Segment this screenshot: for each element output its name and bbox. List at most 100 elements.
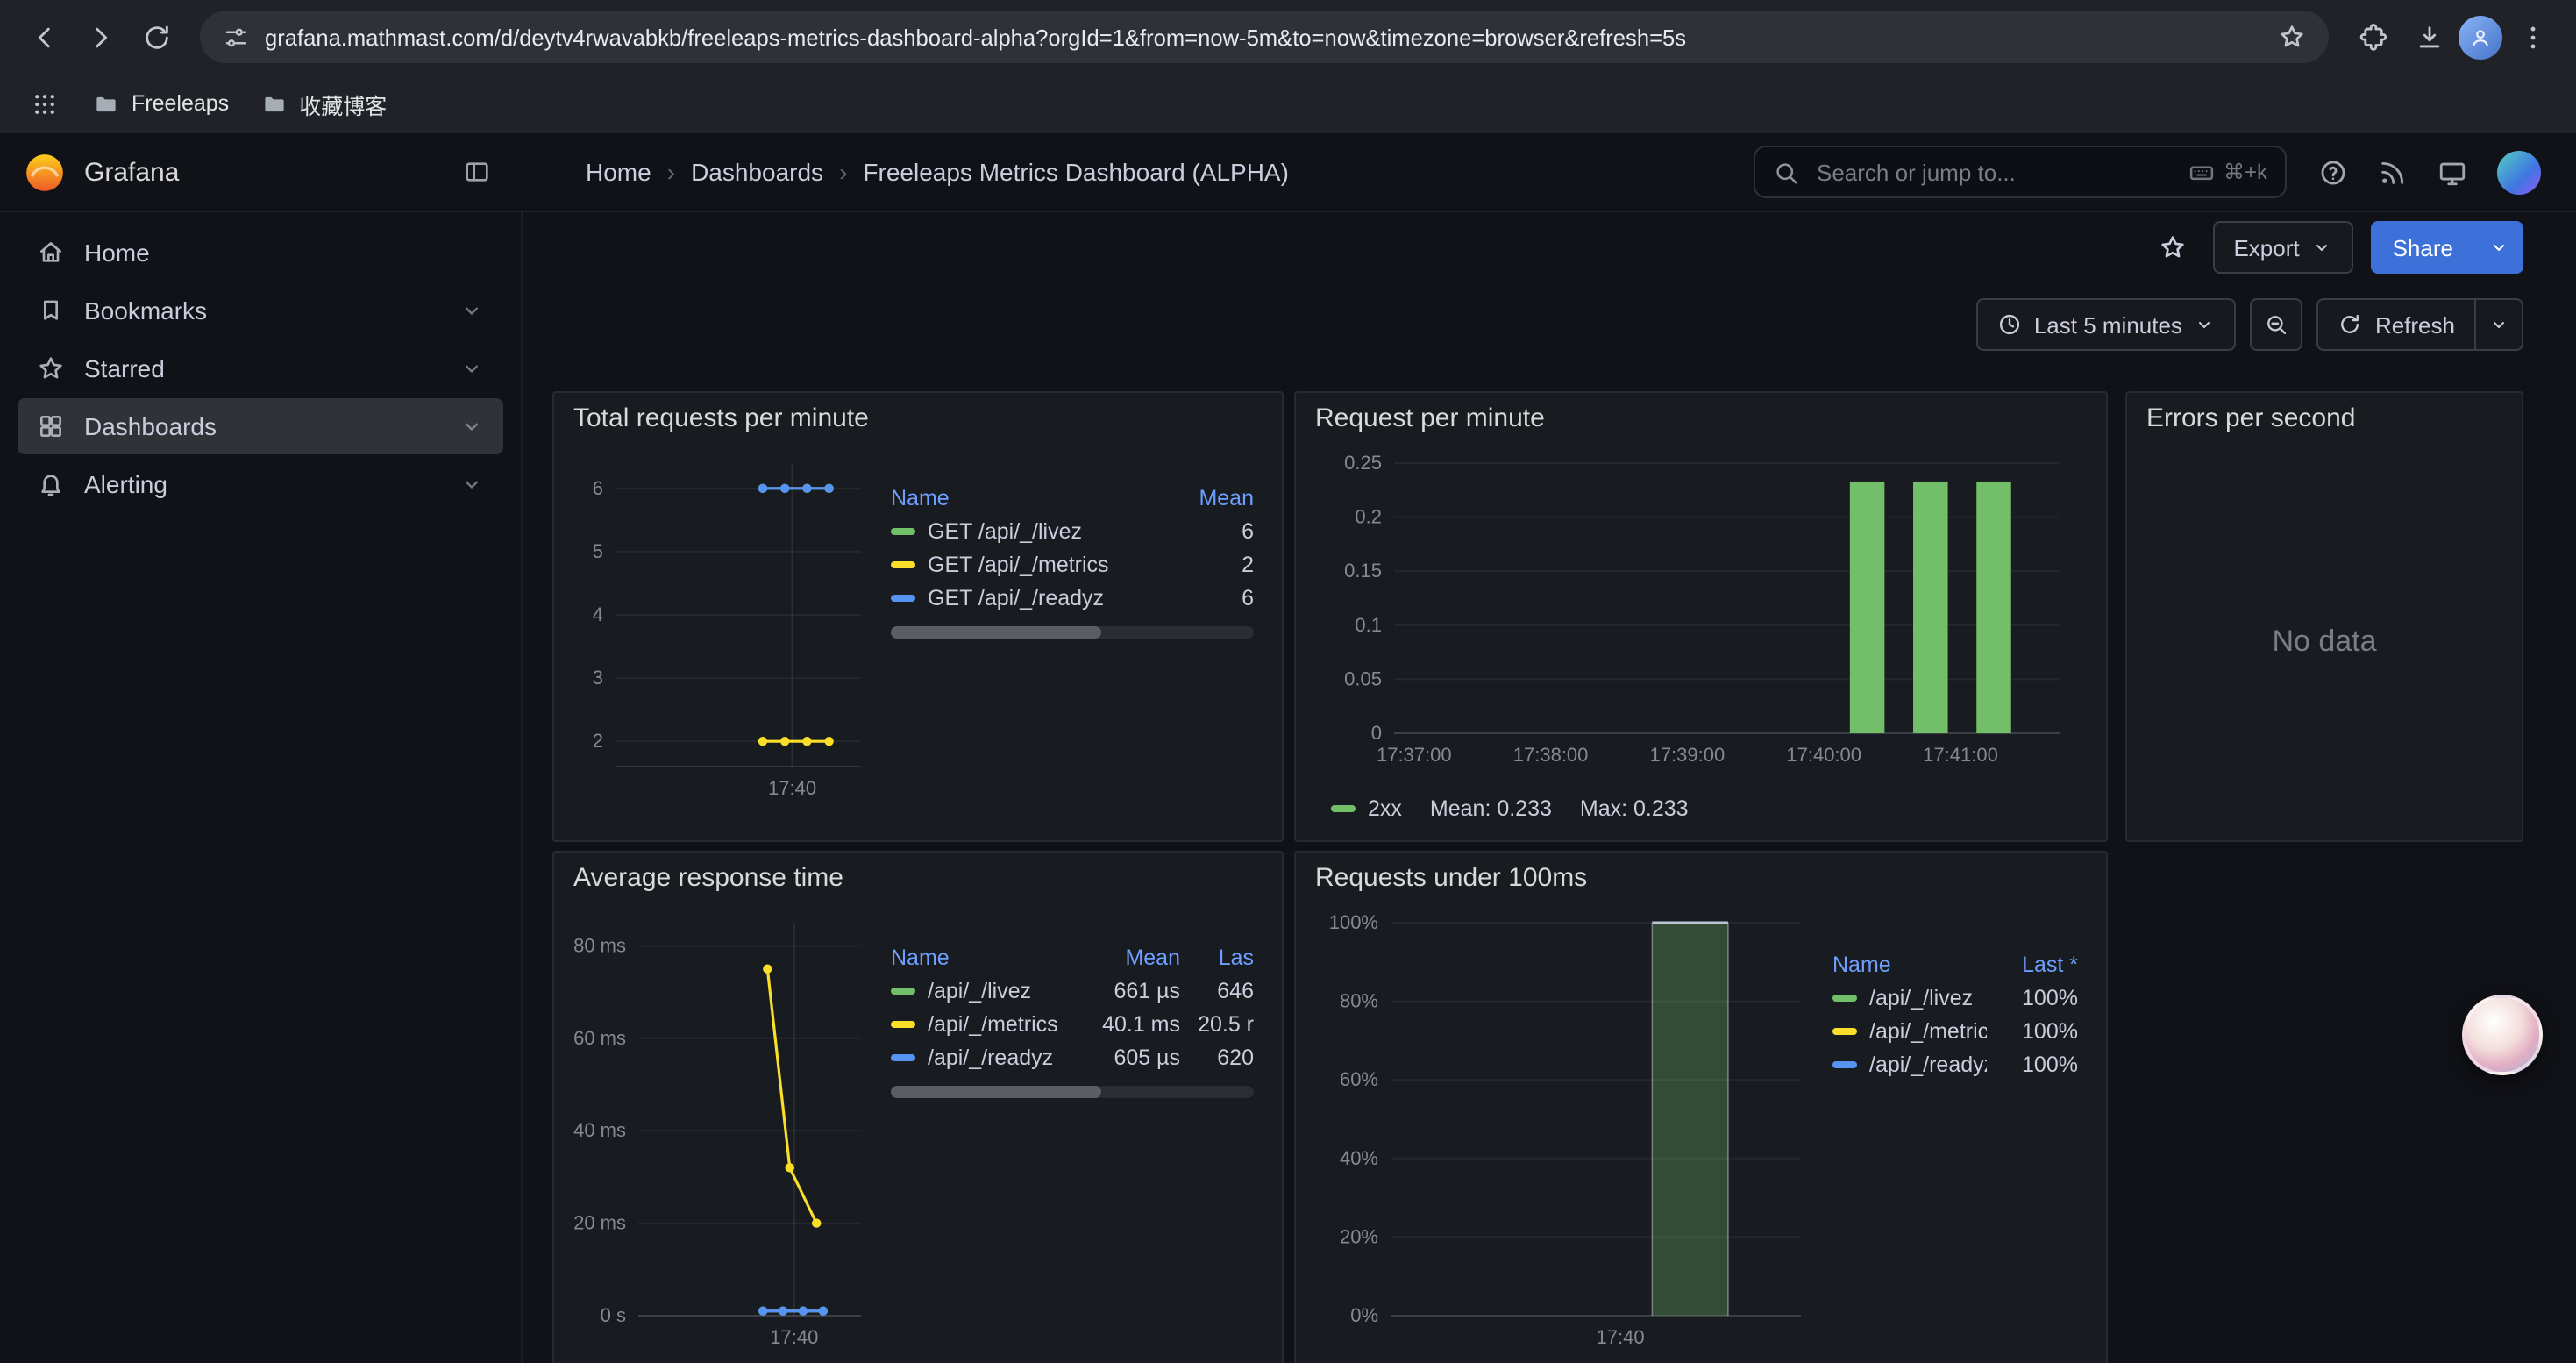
extensions-button[interactable] bbox=[2346, 11, 2399, 63]
legend-series-name: /api/_/livez bbox=[928, 978, 1031, 1003]
grafana-logo[interactable] bbox=[23, 150, 67, 194]
legend-value: 6 bbox=[1163, 585, 1254, 610]
panel-title[interactable]: Request per minute bbox=[1296, 393, 2106, 442]
floating-assistant-avatar[interactable] bbox=[2462, 995, 2543, 1075]
panel-title[interactable]: Errors per second bbox=[2127, 393, 2522, 442]
sidebar-item-label: Starred bbox=[84, 354, 165, 382]
panel-title[interactable]: Average response time bbox=[554, 853, 1282, 902]
legend-series[interactable]: /api/_/readyz bbox=[1832, 1052, 1987, 1076]
search-shortcut: ⌘+k bbox=[2188, 159, 2267, 185]
chevron-down-icon[interactable] bbox=[459, 356, 484, 381]
monitor-icon[interactable] bbox=[2437, 157, 2467, 187]
total-requests-chart: 6543217:40 bbox=[568, 442, 870, 819]
bookmark-item[interactable]: 收藏博客 bbox=[248, 80, 399, 127]
legend-value: 100% bbox=[1987, 1052, 2078, 1076]
legend-column-header[interactable]: Mean bbox=[1163, 485, 1254, 510]
legend-column-header[interactable]: Name bbox=[891, 485, 1163, 510]
legend-scrollbar[interactable] bbox=[891, 1086, 1254, 1098]
help-icon[interactable] bbox=[2318, 157, 2348, 187]
share-button[interactable]: Share bbox=[2372, 221, 2474, 274]
legend-series[interactable]: GET /api/_/metrics bbox=[891, 552, 1163, 576]
chevron-down-icon[interactable] bbox=[459, 472, 484, 496]
svg-text:17:40: 17:40 bbox=[768, 777, 816, 799]
legend-header: NameMeanLas bbox=[887, 940, 1257, 974]
refresh-interval-button[interactable] bbox=[2476, 298, 2523, 351]
legend-series[interactable]: 2xx bbox=[1331, 796, 1402, 821]
sidebar-item-bookmarks[interactable]: Bookmarks bbox=[18, 282, 503, 339]
time-range-label: Last 5 minutes bbox=[2034, 311, 2182, 338]
legend-scrollbar-thumb[interactable] bbox=[891, 626, 1101, 639]
bookmark-item[interactable]: Freeleaps bbox=[81, 83, 241, 124]
panel-title[interactable]: Total requests per minute bbox=[554, 393, 1282, 442]
legend: NameLast */api/_/livez100%/api/_/metrics… bbox=[1811, 947, 2092, 1361]
refresh-button[interactable]: Refresh bbox=[2317, 298, 2476, 351]
legend-series[interactable]: /api/_/livez bbox=[891, 978, 1071, 1003]
legend-scrollbar[interactable] bbox=[891, 626, 1254, 639]
mega-menu-toggle-button[interactable] bbox=[454, 149, 500, 195]
legend-series[interactable]: /api/_/metrics bbox=[891, 1011, 1071, 1036]
forward-button[interactable] bbox=[74, 11, 126, 63]
legend-row: GET /api/_/metrics2 bbox=[887, 547, 1257, 581]
star-icon bbox=[2158, 233, 2186, 261]
series-color-dash bbox=[891, 527, 915, 534]
svg-text:80%: 80% bbox=[1340, 990, 1378, 1012]
chevron-down-icon[interactable] bbox=[459, 414, 484, 439]
legend-series[interactable]: /api/_/livez bbox=[1832, 985, 1987, 1010]
share-menu-button[interactable] bbox=[2474, 221, 2523, 274]
legend-series[interactable]: /api/_/readyz bbox=[891, 1045, 1071, 1069]
legend-row: /api/_/metrics100% bbox=[1829, 1014, 2081, 1047]
person-icon bbox=[2469, 25, 2492, 48]
download-button[interactable] bbox=[2402, 11, 2455, 63]
user-avatar[interactable] bbox=[2497, 150, 2541, 194]
legend-column-header[interactable]: Name bbox=[1832, 952, 1987, 976]
legend-series-name: GET /api/_/readyz bbox=[928, 585, 1104, 610]
export-button[interactable]: Export bbox=[2212, 221, 2353, 274]
search-input[interactable] bbox=[1813, 157, 2174, 187]
sidebar-item-alerting[interactable]: Alerting bbox=[18, 456, 503, 512]
chevron-down-icon[interactable] bbox=[459, 298, 484, 323]
back-button[interactable] bbox=[18, 11, 70, 63]
svg-text:100%: 100% bbox=[1329, 911, 1378, 933]
series-color-dash bbox=[891, 594, 915, 601]
breadcrumb-item[interactable]: Dashboards bbox=[691, 158, 823, 186]
panel-title[interactable]: Requests under 100ms bbox=[1296, 853, 2106, 902]
legend-row: /api/_/livez661 µs646 bbox=[887, 974, 1257, 1007]
legend-column-header[interactable]: Last * bbox=[1987, 952, 2078, 976]
legend-series-name: /api/_/metrics bbox=[928, 1011, 1058, 1036]
browser-menu-button[interactable] bbox=[2506, 11, 2558, 63]
profile-button[interactable] bbox=[2459, 15, 2502, 59]
legend-series-name: /api/_/readyz bbox=[928, 1045, 1053, 1069]
sidebar-item-home[interactable]: Home bbox=[18, 225, 503, 281]
legend-value: 40.1 ms bbox=[1071, 1011, 1180, 1036]
breadcrumb-separator: › bbox=[667, 158, 675, 186]
legend-column-header[interactable]: Name bbox=[891, 945, 1071, 969]
legend-column-header[interactable]: Mean bbox=[1071, 945, 1180, 969]
zoom-out-button[interactable] bbox=[2251, 298, 2303, 351]
reload-button[interactable] bbox=[130, 11, 182, 63]
star-icon bbox=[37, 354, 65, 382]
site-info-icon[interactable] bbox=[223, 24, 249, 50]
news-rss-icon[interactable] bbox=[2378, 157, 2408, 187]
favorite-dashboard-button[interactable] bbox=[2149, 225, 2195, 270]
url-bar[interactable]: grafana.mathmast.com/d/deytv4rwavabkb/fr… bbox=[200, 11, 2329, 63]
svg-text:20 ms: 20 ms bbox=[573, 1212, 626, 1234]
chevron-down-icon bbox=[2488, 314, 2509, 335]
legend-value: 6 bbox=[1163, 518, 1254, 543]
apps-grid-button[interactable] bbox=[21, 81, 67, 126]
apps-grid-icon bbox=[31, 90, 57, 117]
legend-value: 646 bbox=[1180, 978, 1254, 1003]
breadcrumb: Home›Dashboards›Freeleaps Metrics Dashbo… bbox=[523, 158, 1289, 186]
legend-series[interactable]: /api/_/metrics bbox=[1832, 1018, 1987, 1043]
legend-series[interactable]: GET /api/_/readyz bbox=[891, 585, 1163, 610]
search-bar[interactable]: ⌘+k bbox=[1754, 146, 2287, 198]
breadcrumb-item[interactable]: Home bbox=[586, 158, 651, 186]
bookmark-star-icon[interactable] bbox=[2278, 23, 2306, 51]
sidebar-item-dashboards[interactable]: Dashboards bbox=[18, 398, 503, 454]
home-icon bbox=[37, 239, 65, 267]
sidebar-item-starred[interactable]: Starred bbox=[18, 340, 503, 396]
legend-column-header[interactable]: Las bbox=[1180, 945, 1254, 969]
time-range-button[interactable]: Last 5 minutes bbox=[1976, 298, 2237, 351]
bookmark-items: Freeleaps收藏博客 bbox=[81, 80, 399, 127]
legend-scrollbar-thumb[interactable] bbox=[891, 1086, 1101, 1098]
legend-series[interactable]: GET /api/_/livez bbox=[891, 518, 1163, 543]
